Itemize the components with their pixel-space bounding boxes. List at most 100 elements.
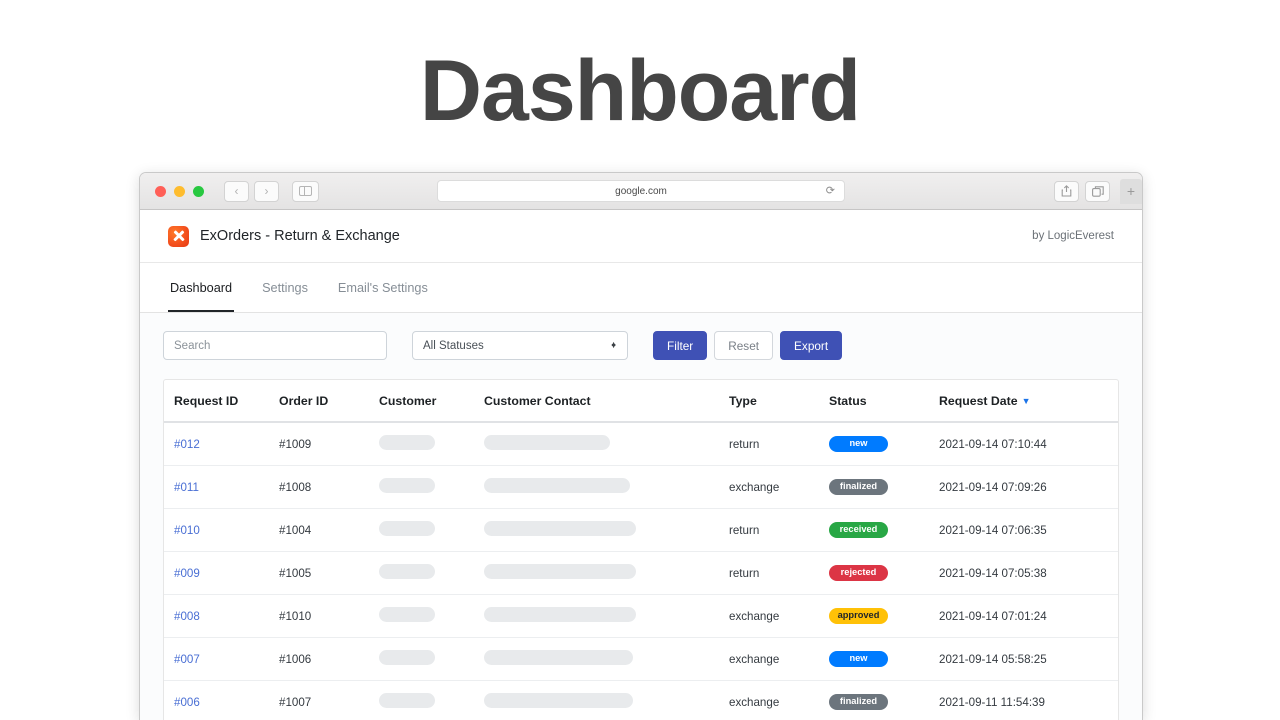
redacted-customer-contact (484, 650, 633, 665)
sidebar-icon (299, 186, 312, 196)
app-brand: ExOrders - Return & Exchange (168, 225, 400, 247)
column-header-request-date-label: Request Date (939, 394, 1018, 408)
tab-emails-settings[interactable]: Email's Settings (336, 263, 430, 312)
cell-type: exchange (729, 637, 829, 681)
table-row: #010 #1004 return received 2021-09-14 07:06:… (164, 508, 1118, 552)
cell-customer-contact (484, 422, 729, 466)
column-header-request-date[interactable]: Request Date ▼ (939, 380, 1118, 423)
address-bar[interactable]: google.com ⟳ (437, 180, 845, 202)
tab-settings[interactable]: Settings (260, 263, 310, 312)
cell-order-id: #1007 (279, 695, 312, 709)
close-window-button[interactable] (155, 185, 166, 197)
table-body: #012 #1009 return new 2021-09-14 07:10:44 #01… (164, 422, 1118, 720)
request-id-link[interactable]: #006 (174, 696, 200, 709)
request-id-link[interactable]: #010 (174, 524, 200, 537)
address-bar-url: google.com (615, 185, 667, 197)
cell-customer (379, 594, 484, 638)
table-row: #007 #1006 exchange new 2021-09-14 05:58:25 (164, 637, 1118, 681)
cell-request-date: 2021-09-14 07:10:44 (939, 422, 1118, 466)
cell-status: rejected (829, 551, 939, 595)
chevron-right-icon: › (264, 184, 269, 198)
cell-status: new (829, 637, 939, 681)
browser-chrome-bar: ‹ › google.com ⟳ + (140, 173, 1142, 210)
column-header-customer[interactable]: Customer (379, 380, 484, 423)
new-tab-button[interactable]: + (1120, 178, 1142, 204)
tab-emails-settings-label: Email's Settings (337, 280, 428, 295)
redacted-customer-name (379, 693, 435, 708)
requests-table-card: Request ID Order ID Customer Customer Co… (163, 379, 1119, 720)
share-button[interactable] (1054, 180, 1079, 202)
app-tab-bar: Dashboard Settings Email's Settings (140, 263, 1142, 313)
status-filter-select[interactable]: All Statuses ▲ ▼ (412, 331, 628, 360)
cell-order-id: #1010 (279, 594, 379, 638)
cell-customer-contact (484, 551, 729, 595)
chevron-left-icon: ‹ (234, 184, 239, 198)
back-button[interactable]: ‹ (224, 180, 249, 202)
column-header-customer-contact[interactable]: Customer Contact (484, 380, 729, 423)
redacted-customer-contact (484, 478, 630, 493)
cell-status: finalized (829, 681, 939, 720)
tab-dashboard[interactable]: Dashboard (168, 263, 235, 312)
column-header-order-id[interactable]: Order ID (279, 380, 379, 423)
tab-settings-label: Settings (262, 280, 308, 295)
table-row: #006 #1007 exchange finalized 2021-09-11 11:… (164, 681, 1118, 720)
page-title: Dashboard (419, 43, 861, 139)
column-header-status[interactable]: Status (829, 380, 939, 423)
cell-request-date: 2021-09-11 11:54:39 (939, 695, 1045, 709)
app-credit: by LogicEverest (1032, 230, 1114, 242)
column-header-request-id[interactable]: Request ID (164, 380, 279, 423)
minimize-window-button[interactable] (174, 185, 185, 197)
sort-descending-icon: ▼ (1021, 396, 1031, 406)
export-button[interactable]: Export (780, 331, 843, 360)
app-header: ExOrders - Return & Exchange by LogicEve… (140, 210, 1142, 263)
redacted-customer-name (379, 478, 435, 493)
reset-button[interactable]: Reset (714, 331, 774, 360)
exorders-logo-icon (168, 225, 189, 247)
app-brand-title: ExOrders - Return & Exchange (200, 228, 400, 244)
column-header-type[interactable]: Type (729, 380, 829, 423)
request-id-link[interactable]: #011 (174, 481, 199, 494)
search-input[interactable] (163, 331, 387, 360)
table-row: #009 #1005 return rejected 2021-09-14 07:05:… (164, 551, 1118, 595)
cell-request-date: 2021-09-14 07:09:26 (939, 465, 1118, 509)
cell-status: approved (829, 594, 939, 638)
cell-customer (379, 465, 484, 509)
cell-type: return (729, 508, 829, 552)
request-id-link[interactable]: #008 (174, 610, 200, 623)
redacted-customer-contact (484, 564, 636, 579)
cell-request-date: 2021-09-14 07:06:35 (939, 508, 1118, 552)
status-badge: finalized (829, 693, 888, 711)
redacted-customer-name (379, 607, 435, 622)
cell-request-id: #007 (164, 637, 279, 681)
cell-request-id: #006 (164, 681, 279, 720)
cell-customer (379, 637, 484, 681)
tabs-overview-button[interactable] (1085, 180, 1110, 202)
maximize-window-button[interactable] (193, 185, 204, 197)
tab-dashboard-label: Dashboard (170, 280, 233, 295)
browser-window: ‹ › google.com ⟳ + ExOrders - Return & E… (139, 172, 1143, 720)
forward-button[interactable]: › (254, 180, 279, 202)
reload-icon[interactable]: ⟳ (826, 185, 835, 197)
plus-icon: + (1126, 183, 1136, 199)
table-row: #011 #1008 exchange finalized 2021-09-14 07:… (164, 465, 1118, 509)
cell-type: exchange (729, 594, 829, 638)
browser-chrome-actions: + (1054, 178, 1142, 204)
request-id-link[interactable]: #009 (174, 567, 200, 580)
cell-customer-contact (484, 508, 729, 552)
status-badge: new (829, 650, 888, 668)
browser-nav-buttons: ‹ › (224, 180, 319, 202)
cell-customer-contact (484, 594, 729, 638)
redacted-customer-name (379, 435, 435, 450)
toggle-sidebar-button[interactable] (292, 180, 319, 202)
cell-order-id: #1009 (279, 422, 379, 466)
table-header-row: Request ID Order ID Customer Customer Co… (164, 380, 1118, 423)
cell-request-id: #011 (164, 465, 279, 509)
redacted-customer-name (379, 521, 435, 536)
cell-customer (379, 681, 484, 720)
cell-status: received (829, 508, 939, 552)
filter-button[interactable]: Filter (653, 331, 708, 360)
cell-request-id: #010 (164, 508, 279, 552)
cell-request-date: 2021-09-14 05:58:25 (939, 637, 1118, 681)
request-id-link[interactable]: #012 (174, 438, 200, 451)
request-id-link[interactable]: #007 (174, 653, 200, 666)
